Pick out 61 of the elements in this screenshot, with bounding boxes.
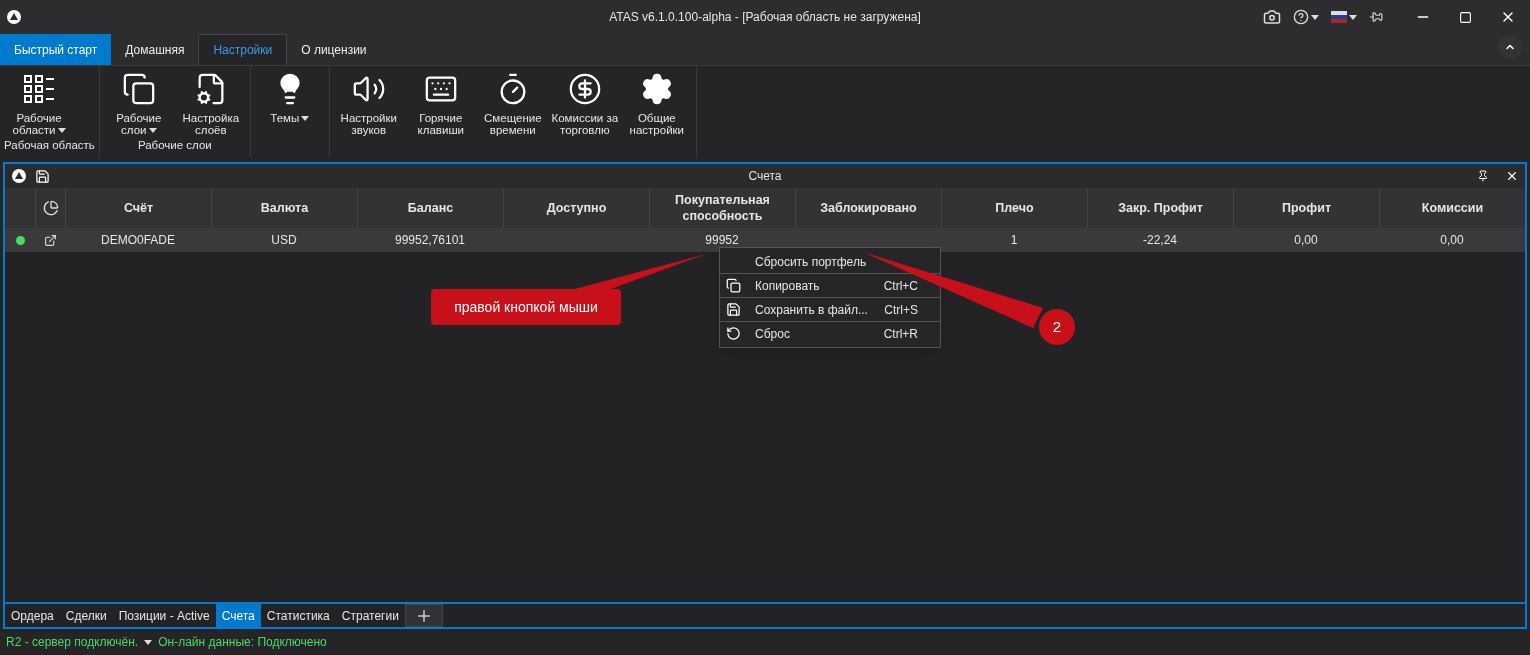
app-logo-icon xyxy=(6,9,22,25)
group-label: Рабочая область xyxy=(4,137,95,153)
table-cell: -22,24 xyxy=(1143,233,1177,247)
help-icon[interactable] xyxy=(1293,9,1309,25)
ribbon-button[interactable]: Рабочие области xyxy=(4,66,74,137)
group-label: Рабочие слои xyxy=(136,137,213,153)
data-status: Он-лайн данные: Подключено xyxy=(158,634,327,651)
pie-chart-icon[interactable] xyxy=(42,200,59,216)
bottom-tab[interactable]: Сделки xyxy=(59,604,113,627)
save-icon[interactable] xyxy=(35,168,50,184)
ribbon-tab[interactable]: О лицензии xyxy=(287,34,381,65)
caret-icon xyxy=(1349,14,1357,20)
dollar-icon xyxy=(567,72,602,106)
pin-icon[interactable] xyxy=(1369,10,1383,24)
menu-item[interactable]: Сброс Ctrl+R xyxy=(720,322,940,345)
ribbon-tab[interactable]: Быстрый старт xyxy=(0,34,112,65)
table-cell: 0,00 xyxy=(1440,233,1464,247)
ribbon-button[interactable]: Комиссии за торговлю xyxy=(549,66,620,158)
caret-icon[interactable] xyxy=(144,639,153,645)
table-cell: 99952,76101 xyxy=(394,233,466,247)
ribbon-button[interactable]: Смещение времени xyxy=(477,66,548,158)
bottom-tab[interactable]: Позиции - Active xyxy=(112,604,216,627)
ribbon-button[interactable]: Настройка слоёв xyxy=(175,66,246,137)
collapse-ribbon-button[interactable] xyxy=(1498,35,1522,59)
ribbon-button[interactable]: Горячие клавиши xyxy=(405,66,476,158)
callout-label: правой кнопкой мыши xyxy=(431,289,621,325)
add-tab-button[interactable] xyxy=(404,604,443,627)
list-grid-icon xyxy=(22,72,56,106)
bottom-tab[interactable]: Счета xyxy=(215,604,261,627)
table-cell: 1 xyxy=(1010,233,1018,247)
ribbon-tab[interactable]: Настройки xyxy=(198,34,288,65)
close-icon[interactable] xyxy=(1505,169,1519,183)
bottom-tab[interactable]: Стратегии xyxy=(335,604,405,627)
maximize-icon[interactable] xyxy=(1459,10,1472,24)
ribbon-tab[interactable]: Домашняя xyxy=(111,34,199,65)
stacked-squares-icon xyxy=(121,72,156,106)
external-link-icon[interactable] xyxy=(43,233,57,247)
panel-logo-icon xyxy=(11,168,27,184)
save-icon xyxy=(726,302,741,317)
menu-item[interactable]: Сбросить портфель xyxy=(720,250,940,273)
bottom-tab[interactable]: Ордера xyxy=(5,604,60,627)
caret-icon xyxy=(1311,14,1319,20)
table-cell: USD xyxy=(271,233,297,247)
panel-title: Счета xyxy=(747,168,783,185)
table-cell: DEMO0FADE xyxy=(101,233,175,247)
ribbon-button[interactable]: Общие настройки xyxy=(621,66,692,158)
copy-icon xyxy=(726,278,741,293)
table-cell: 99952 xyxy=(705,233,739,247)
camera-icon[interactable] xyxy=(1263,8,1281,26)
window-title: ATAS v6.1.0.100-alpha - [Рабочая область не загружена] xyxy=(608,9,922,26)
bottom-tab[interactable]: Статистика xyxy=(260,604,336,627)
flag-icon[interactable] xyxy=(1331,11,1347,23)
ribbon-button[interactable]: Темы xyxy=(254,66,325,158)
reset-icon xyxy=(726,326,741,341)
pin-icon[interactable] xyxy=(1477,170,1489,182)
connection-status[interactable]: R2 - сервер подключён. xyxy=(6,633,139,651)
menu-item[interactable]: Сохранить в файл... Ctrl+S xyxy=(720,298,940,321)
menu-item[interactable]: Копировать Ctrl+C xyxy=(720,274,940,297)
ribbon-button[interactable]: Настройки звуков xyxy=(333,66,404,158)
ribbon-button[interactable]: Рабочие слои xyxy=(103,66,174,137)
table-cell: 0,00 xyxy=(1294,233,1318,247)
